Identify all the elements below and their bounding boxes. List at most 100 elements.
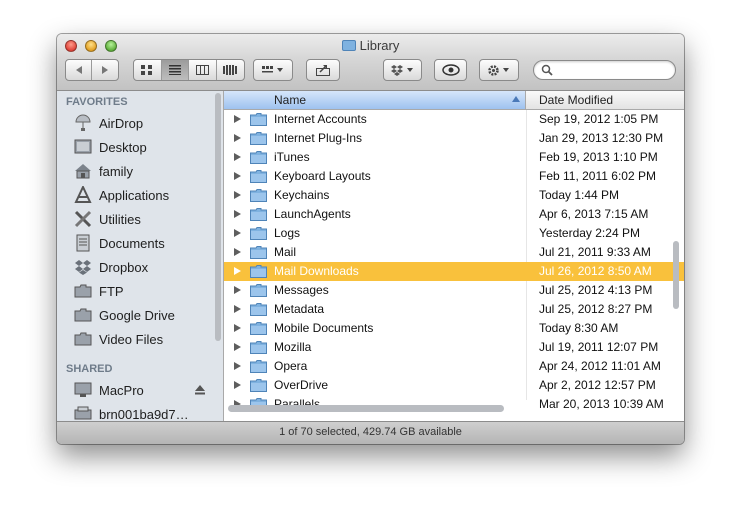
list-view-button[interactable] bbox=[161, 60, 189, 80]
date-modified: Feb 11, 2011 6:02 PM bbox=[539, 169, 656, 183]
table-row[interactable]: Mail Jul 21, 2011 9:33 AM bbox=[224, 243, 684, 262]
column-header: Name Date Modified bbox=[224, 91, 684, 110]
disclosure-triangle-icon[interactable] bbox=[234, 115, 241, 123]
disclosure-triangle-icon[interactable] bbox=[234, 324, 241, 332]
arrange-button[interactable] bbox=[253, 59, 293, 81]
disclosure-triangle-icon[interactable] bbox=[234, 153, 241, 161]
share-button[interactable] bbox=[306, 59, 340, 81]
folder-icon bbox=[250, 113, 267, 126]
table-row[interactable]: OverDrive Apr 2, 2012 12:57 PM bbox=[224, 376, 684, 395]
folder-icon bbox=[73, 282, 93, 300]
vertical-scrollbar[interactable] bbox=[673, 241, 679, 309]
sidebar-item-video-files[interactable]: Video Files bbox=[73, 328, 163, 350]
sidebar-item-label: brn001ba9d7… bbox=[99, 406, 189, 422]
sidebar-item-airdrop[interactable]: AirDrop bbox=[73, 112, 143, 134]
file-name: Mozilla bbox=[274, 340, 312, 354]
back-arrow-icon bbox=[75, 66, 82, 74]
sidebar-item-dropbox[interactable]: Dropbox bbox=[73, 256, 148, 278]
search-icon bbox=[541, 64, 553, 76]
back-button[interactable] bbox=[66, 60, 93, 80]
sidebar-item-printer[interactable]: brn001ba9d7… bbox=[73, 403, 189, 421]
sidebar-item-documents[interactable]: Documents bbox=[73, 232, 165, 254]
table-row[interactable]: LaunchAgents Apr 6, 2013 7:15 AM bbox=[224, 205, 684, 224]
dropbox-icon bbox=[390, 65, 413, 76]
sidebar-item-google-drive[interactable]: Google Drive bbox=[73, 304, 175, 326]
column-view-icon bbox=[195, 65, 209, 75]
sort-ascending-icon bbox=[512, 96, 520, 102]
printer-icon bbox=[73, 405, 93, 421]
file-name: Mail Downloads bbox=[274, 264, 359, 278]
table-row[interactable]: Opera Apr 24, 2012 11:01 AM bbox=[224, 357, 684, 376]
disclosure-triangle-icon[interactable] bbox=[234, 248, 241, 256]
folder-icon bbox=[250, 341, 267, 354]
horizontal-scrollbar[interactable] bbox=[228, 405, 504, 412]
date-modified: Jul 26, 2012 8:50 AM bbox=[539, 264, 652, 278]
search-field[interactable] bbox=[533, 60, 676, 80]
quick-look-button[interactable] bbox=[434, 59, 467, 81]
date-modified-column-header[interactable]: Date Modified bbox=[539, 93, 613, 107]
file-name: Internet Accounts bbox=[274, 112, 367, 126]
table-row[interactable]: Mail Downloads Jul 26, 2012 8:50 AM bbox=[224, 262, 684, 281]
disclosure-triangle-icon[interactable] bbox=[234, 210, 241, 218]
column-view-button[interactable] bbox=[189, 60, 217, 80]
forward-arrow-icon bbox=[102, 66, 108, 74]
sidebar-item-desktop[interactable]: Desktop bbox=[73, 136, 147, 158]
disclosure-triangle-icon[interactable] bbox=[234, 267, 241, 275]
disclosure-triangle-icon[interactable] bbox=[234, 172, 241, 180]
forward-button[interactable] bbox=[92, 60, 118, 80]
view-mode-control bbox=[133, 59, 245, 81]
sidebar-item-label: Desktop bbox=[99, 139, 147, 155]
table-row[interactable]: iTunes Feb 19, 2013 1:10 PM bbox=[224, 148, 684, 167]
table-row[interactable]: Keychains Today 1:44 PM bbox=[224, 186, 684, 205]
search-input[interactable] bbox=[556, 63, 672, 79]
eject-icon[interactable] bbox=[195, 385, 205, 395]
sidebar-scrollbar[interactable] bbox=[215, 93, 221, 341]
disclosure-triangle-icon[interactable] bbox=[234, 343, 241, 351]
sidebar-item-macpro[interactable]: MacPro bbox=[73, 379, 205, 401]
disclosure-triangle-icon[interactable] bbox=[234, 134, 241, 142]
window-title: Library bbox=[57, 38, 684, 53]
icon-view-button[interactable] bbox=[134, 60, 162, 80]
action-menu-button[interactable] bbox=[479, 59, 519, 81]
sidebar-item-label: Utilities bbox=[99, 211, 141, 227]
date-modified: Today 1:44 PM bbox=[539, 188, 620, 202]
coverflow-view-button[interactable] bbox=[217, 60, 244, 80]
file-name: Opera bbox=[274, 359, 308, 373]
sidebar-item-label: Dropbox bbox=[99, 259, 149, 275]
table-row[interactable]: Metadata Jul 25, 2012 8:27 PM bbox=[224, 300, 684, 319]
disclosure-triangle-icon[interactable] bbox=[234, 191, 241, 199]
disclosure-triangle-icon[interactable] bbox=[234, 305, 241, 313]
sidebar-item-ftp[interactable]: FTP bbox=[73, 280, 124, 302]
disclosure-triangle-icon[interactable] bbox=[234, 229, 241, 237]
sidebar-item-label: Documents bbox=[99, 235, 165, 251]
date-modified: Yesterday 2:24 PM bbox=[539, 226, 640, 240]
status-bar: 1 of 70 selected, 429.74 GB available bbox=[57, 421, 684, 444]
arrange-icon bbox=[262, 66, 283, 73]
name-column-header[interactable]: Name bbox=[224, 91, 526, 109]
documents-icon bbox=[73, 234, 93, 252]
date-modified: Apr 6, 2013 7:15 AM bbox=[539, 207, 649, 221]
table-row[interactable]: Messages Jul 25, 2012 4:13 PM bbox=[224, 281, 684, 300]
folder-icon bbox=[250, 208, 267, 221]
file-name: Mail bbox=[274, 245, 297, 259]
disclosure-triangle-icon[interactable] bbox=[234, 362, 241, 370]
disclosure-triangle-icon[interactable] bbox=[234, 381, 241, 389]
sidebar-item-applications[interactable]: Applications bbox=[73, 184, 169, 206]
date-modified: Sep 19, 2012 1:05 PM bbox=[539, 112, 659, 126]
table-row[interactable]: Internet Plug-Ins Jan 29, 2013 12:30 PM bbox=[224, 129, 684, 148]
date-modified: Apr 24, 2012 11:01 AM bbox=[539, 359, 661, 373]
sidebar-item-utilities[interactable]: Utilities bbox=[73, 208, 141, 230]
disclosure-triangle-icon[interactable] bbox=[234, 286, 241, 294]
gear-icon bbox=[488, 64, 509, 76]
desktop-icon bbox=[73, 138, 93, 156]
folder-icon bbox=[73, 306, 93, 324]
sidebar-item-family[interactable]: family bbox=[73, 160, 133, 182]
table-row[interactable]: Keyboard Layouts Feb 11, 2011 6:02 PM bbox=[224, 167, 684, 186]
dropbox-menu-button[interactable] bbox=[383, 59, 422, 81]
back-forward-control bbox=[65, 59, 119, 81]
airdrop-icon bbox=[73, 114, 93, 132]
table-row[interactable]: Mobile Documents Today 8:30 AM bbox=[224, 319, 684, 338]
table-row[interactable]: Mozilla Jul 19, 2011 12:07 PM bbox=[224, 338, 684, 357]
table-row[interactable]: Logs Yesterday 2:24 PM bbox=[224, 224, 684, 243]
table-row[interactable]: Internet Accounts Sep 19, 2012 1:05 PM bbox=[224, 110, 684, 129]
